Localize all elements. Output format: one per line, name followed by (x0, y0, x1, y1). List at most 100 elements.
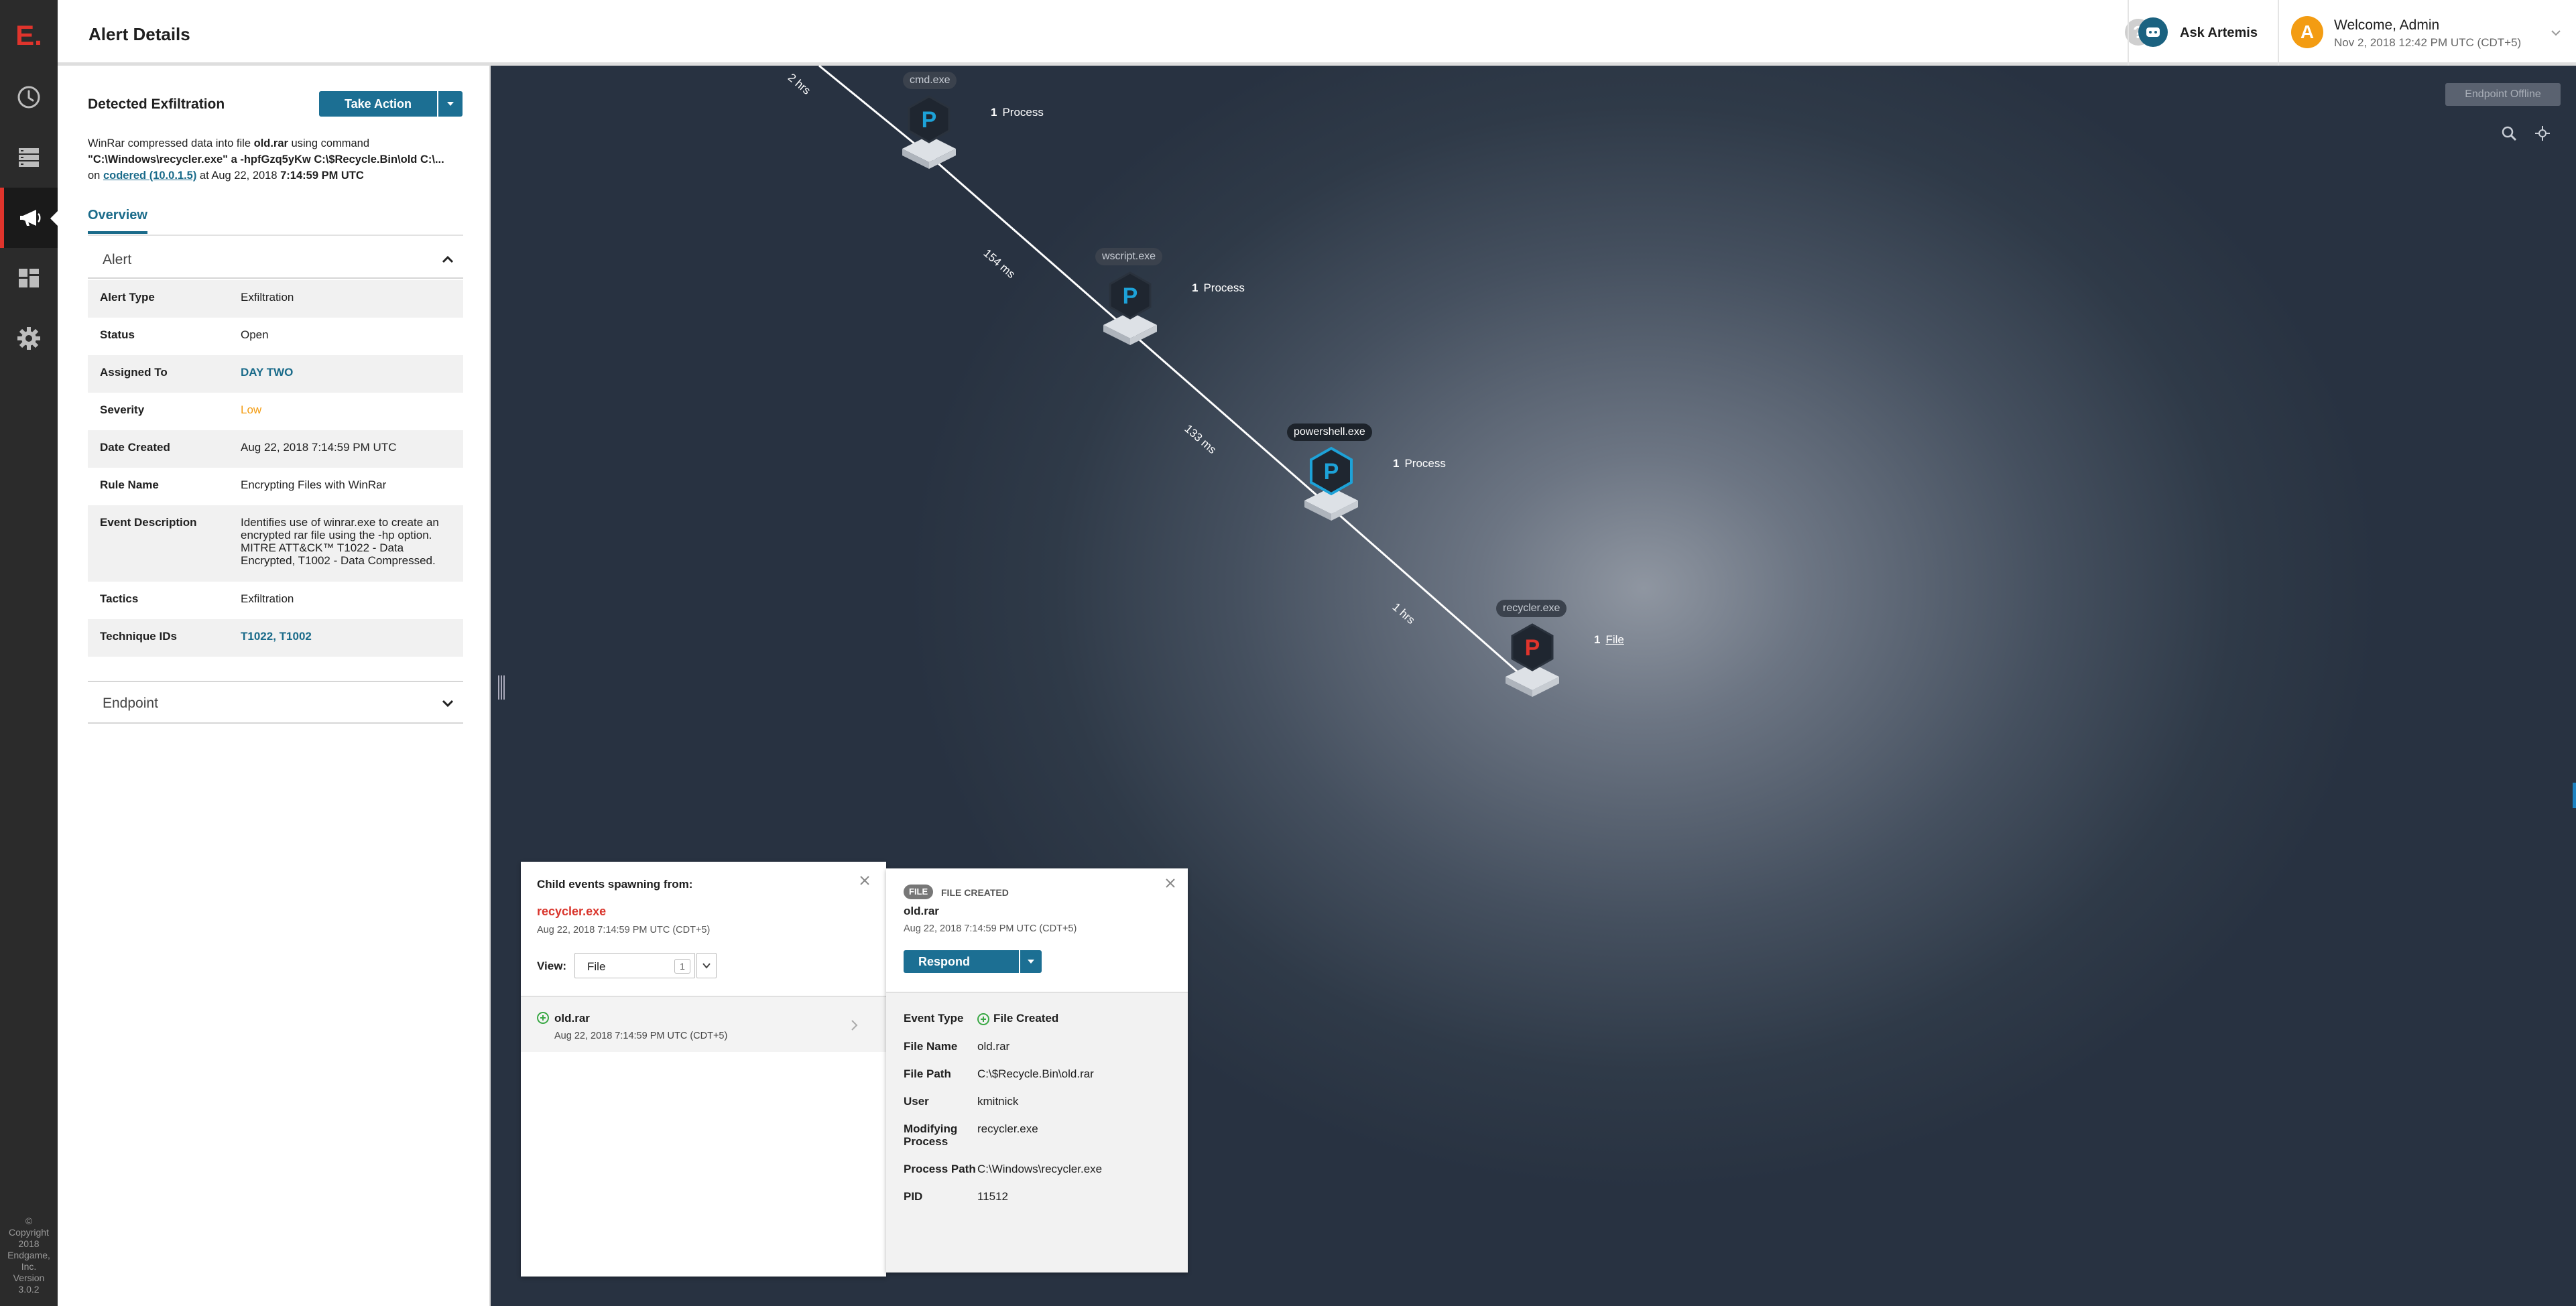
sidebar-item-alerts[interactable] (0, 188, 58, 248)
node-count: 1 Process (991, 106, 1044, 119)
child-events-panel: Child events spawning from: recycler.exe… (521, 862, 886, 1277)
respond-button[interactable]: Respond (904, 950, 1019, 973)
dashboard-icon (19, 269, 39, 287)
alert-description: WinRar compressed data into file old.rar… (88, 137, 444, 182)
node-count: 1 Process (1393, 457, 1446, 470)
zoom-icon[interactable] (2500, 125, 2518, 142)
severity-value: Low (241, 403, 262, 416)
node-label-wscript[interactable]: wscript.exe (1095, 248, 1163, 265)
host-link[interactable]: codered (10.0.1.5) (103, 170, 196, 182)
node-count: 1 Process (1192, 281, 1245, 294)
close-icon[interactable] (858, 874, 871, 887)
view-select-dropdown[interactable] (696, 953, 717, 978)
child-event-item[interactable]: old.rar Aug 22, 2018 7:14:59 PM UTC (CDT… (521, 996, 886, 1052)
event-field-row: PID 11512 (904, 1189, 1009, 1203)
top-header: Alert Details ? Ask Artemis A Welcome, A… (58, 0, 2576, 66)
current-datetime: Nov 2, 2018 12:42 PM UTC (CDT+5) (2334, 36, 2522, 49)
alert-field-row: Date Created Aug 22, 2018 7:14:59 PM UTC (88, 430, 463, 468)
view-label: View: (537, 960, 567, 972)
chevron-up-icon (442, 255, 454, 263)
alert-field-row: Tactics Exfiltration (100, 592, 294, 605)
alert-field-row: Status Open (100, 328, 269, 341)
event-field-row: Modifying Process recycler.exe (904, 1122, 1038, 1148)
sidebar-item-dashboard[interactable] (0, 248, 58, 308)
process-node-icon[interactable]: P (1098, 270, 1162, 350)
gear-icon (17, 327, 40, 350)
alert-field-row: Event Description Identifies use of winra… (88, 505, 463, 582)
close-icon[interactable] (1164, 876, 1177, 890)
svg-text:P: P (1324, 459, 1339, 484)
header-divider (2278, 0, 2279, 66)
sidebar-item-settings[interactable] (0, 308, 58, 369)
event-detail-panel: FILE FILE CREATED old.rar Aug 22, 2018 7… (886, 868, 1188, 1272)
artemis-icon[interactable] (2138, 17, 2168, 47)
svg-text:P: P (1123, 283, 1138, 309)
event-field-row: Process Path C:\Windows\recycler.exe (904, 1162, 1103, 1175)
alert-title: Detected Exfiltration (88, 96, 225, 112)
chevron-down-icon (447, 102, 454, 106)
alert-field-row: Severity Low (88, 393, 463, 430)
chevron-down-icon (1028, 960, 1034, 964)
avatar[interactable]: A (2291, 16, 2323, 48)
welcome-text: Welcome, Admin (2334, 17, 2440, 33)
page-title: Alert Details (88, 24, 190, 44)
clock-icon (17, 86, 40, 109)
assigned-to-link[interactable]: DAY TWO (241, 355, 463, 393)
view-select[interactable]: File 1 (574, 953, 695, 978)
section-endpoint-header[interactable]: Endpoint (88, 681, 463, 724)
event-field-row: File Path C:\$Recycle.Bin\old.rar (904, 1067, 1094, 1080)
plus-circle-icon (977, 1013, 989, 1025)
event-field-row: User kmitnick (904, 1094, 1019, 1108)
child-events-date: Aug 22, 2018 7:14:59 PM UTC (CDT+5) (537, 925, 711, 935)
respond-dropdown[interactable] (1020, 950, 1042, 973)
alert-field-row: Assigned To DAY TWO (88, 355, 463, 393)
alert-field-row: Alert Type Exfiltration (88, 280, 463, 318)
scroll-indicator[interactable] (2573, 783, 2576, 808)
process-node-icon[interactable]: P (897, 94, 961, 174)
endgame-logo[interactable]: E. (13, 20, 44, 51)
alert-details-panel: Detected Exfiltration Take Action WinRar… (58, 66, 491, 1306)
node-label-recycler[interactable]: recycler.exe (1496, 600, 1567, 617)
child-events-title: Child events spawning from: (537, 878, 693, 891)
app-sidebar: E. © Copyright 2018 Endgame, Inc. Versio… (0, 0, 58, 1306)
ask-artemis-button[interactable]: Ask Artemis (2180, 25, 2258, 41)
sidebar-item-clock[interactable] (0, 67, 58, 127)
event-field-row: Event Type File Created (904, 1012, 1059, 1025)
alert-process-node-icon[interactable]: P (1500, 622, 1565, 702)
child-events-process[interactable]: recycler.exe (537, 905, 606, 919)
chevron-down-icon[interactable] (2549, 25, 2563, 40)
process-node-icon[interactable]: P (1299, 446, 1363, 526)
chevron-down-icon (702, 963, 711, 969)
alert-field-row: Rule Name Encrypting Files with WinRar (100, 478, 387, 491)
node-label-cmd[interactable]: cmd.exe (903, 72, 957, 89)
tab-overview[interactable]: Overview (88, 208, 147, 234)
event-type-badge: FILE (904, 885, 934, 899)
panel-resize-handle[interactable] (497, 675, 505, 700)
take-action-button[interactable]: Take Action (319, 91, 437, 117)
event-date: Aug 22, 2018 7:14:59 PM UTC (CDT+5) (904, 923, 1077, 934)
section-alert-header[interactable]: Alert (88, 239, 463, 279)
event-type-label: FILE CREATED (941, 887, 1009, 898)
recenter-icon[interactable] (2534, 125, 2551, 142)
sidebar-item-endpoints[interactable] (0, 127, 58, 188)
view-count-badge: 1 (674, 959, 690, 974)
event-file-name: old.rar (904, 905, 939, 917)
svg-text:P: P (922, 107, 937, 133)
chevron-right-icon (851, 1020, 858, 1031)
chevron-down-icon (442, 700, 454, 708)
alert-field-row: Technique IDs T1022, T1002 (88, 619, 463, 657)
take-action-dropdown[interactable] (438, 91, 463, 117)
technique-links[interactable]: T1022, T1002 (241, 619, 463, 657)
header-divider (2128, 0, 2129, 66)
event-field-row: File Name old.rar (904, 1039, 1010, 1053)
plus-circle-icon (537, 1012, 549, 1024)
svg-text:P: P (1525, 635, 1540, 661)
node-label-powershell[interactable]: powershell.exe (1287, 423, 1372, 441)
event-fields: Event Type File Created File Name old.rar … (886, 992, 1188, 1272)
node-count[interactable]: 1 File (1594, 633, 1624, 647)
copyright-text: © Copyright 2018 Endgame, Inc. Version 3… (7, 1216, 50, 1295)
tab-divider (88, 235, 463, 236)
endpoint-offline-badge: Endpoint Offline (2445, 83, 2561, 106)
megaphone-icon (20, 210, 41, 226)
alert-fields: Alert Type Exfiltration Status Open Assign… (88, 280, 463, 657)
